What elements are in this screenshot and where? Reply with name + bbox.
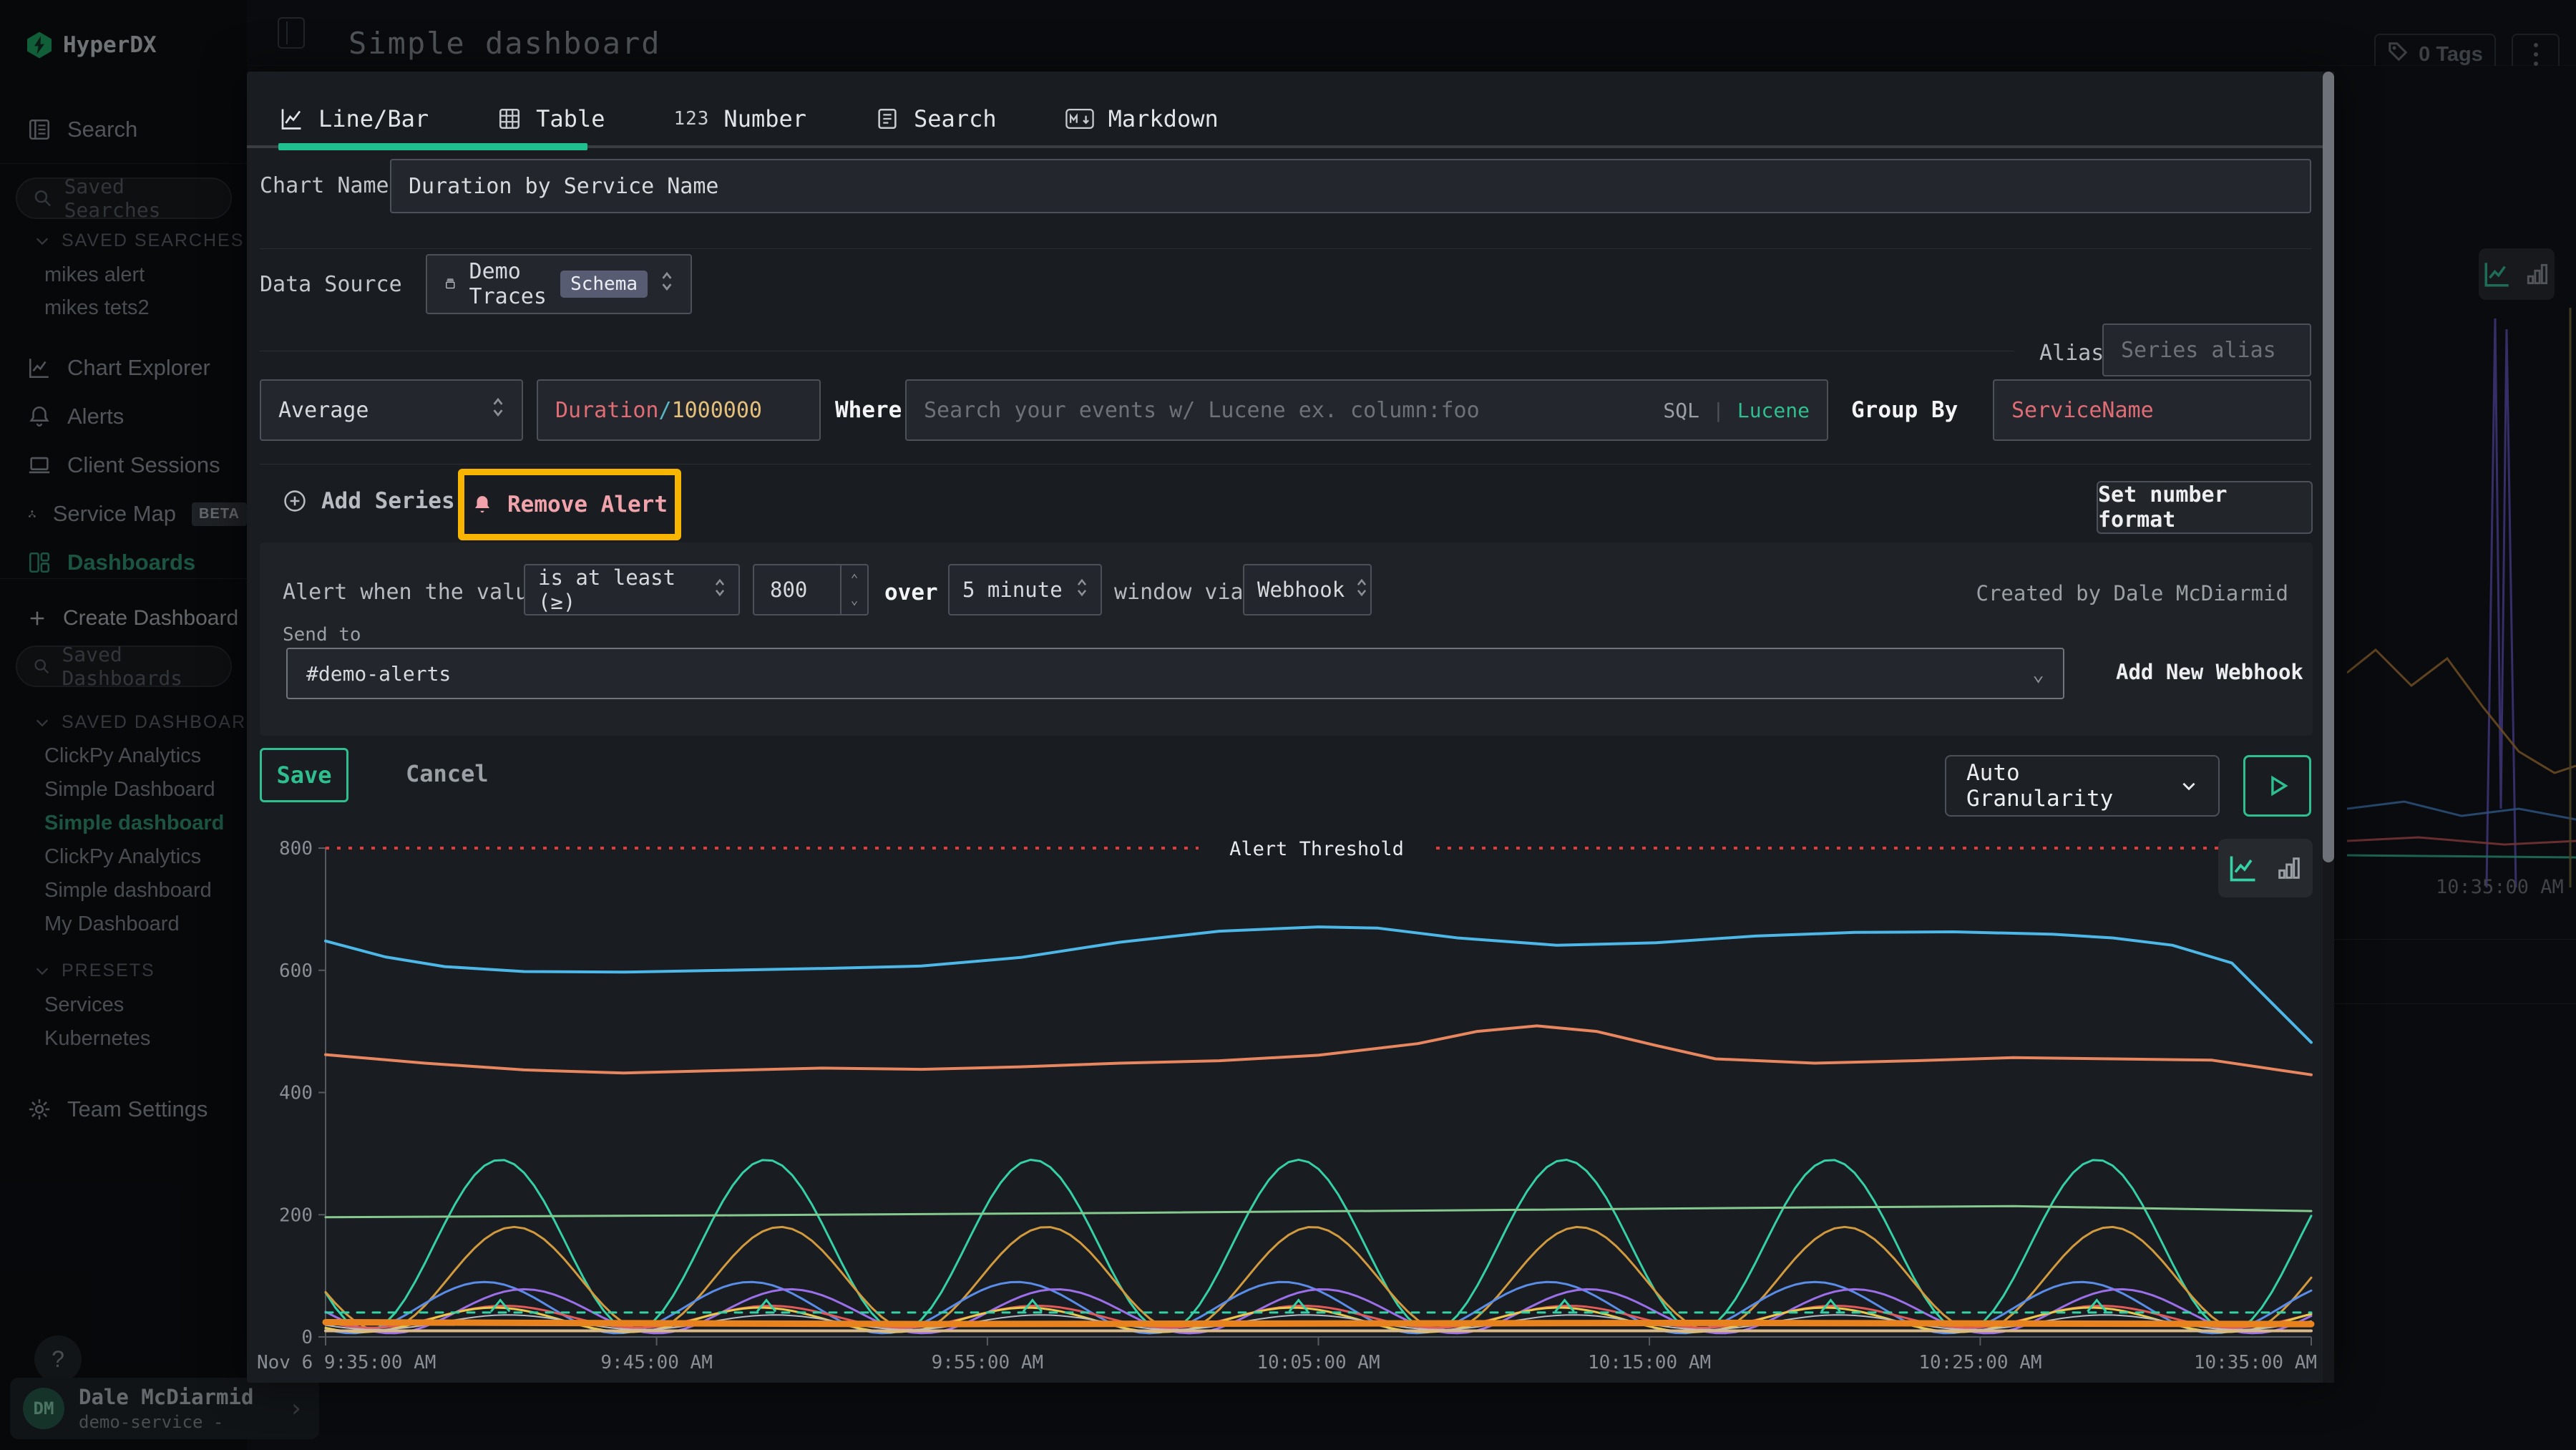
database-icon bbox=[444, 273, 457, 295]
preview-chart[interactable]: 0 200 400 600 800 Nov 6 9:35:00 AM 9:45:00 AM 9… bbox=[247, 830, 2323, 1383]
svg-text:600: 600 bbox=[279, 960, 313, 982]
modal-scrollbar-track[interactable] bbox=[2323, 72, 2334, 1383]
run-chart-button[interactable] bbox=[2243, 755, 2311, 817]
send-to-label: Send to bbox=[283, 624, 361, 646]
svg-text:800: 800 bbox=[279, 838, 313, 860]
tab-markdown[interactable]: Markdown bbox=[1065, 105, 1219, 132]
markdown-icon bbox=[1065, 107, 1094, 130]
alert-window-select[interactable]: 5 minute bbox=[948, 564, 1102, 615]
window-via-label: window via bbox=[1114, 580, 1244, 605]
svg-text:9:45:00 AM: 9:45:00 AM bbox=[600, 1352, 713, 1373]
alias-label: Alias bbox=[2039, 341, 2104, 366]
over-label: over bbox=[884, 580, 938, 605]
number-123-icon: 123 bbox=[673, 108, 709, 130]
alert-channel-select[interactable]: Webhook bbox=[1243, 564, 1372, 615]
line-chart-icon bbox=[2228, 852, 2259, 884]
save-button[interactable]: Save bbox=[260, 748, 348, 802]
group-by-label: Group By bbox=[1851, 397, 1958, 423]
select-chevrons-icon bbox=[1076, 578, 1088, 603]
alert-condition-select[interactable]: is at least (≥) bbox=[524, 564, 740, 615]
granularity-select[interactable]: Auto Granularity bbox=[1945, 755, 2220, 817]
chart-type-tabs: Line/Bar Table 123 Number Search Markdow… bbox=[278, 93, 1219, 145]
svg-text:10:35:00 AM: 10:35:00 AM bbox=[2194, 1352, 2317, 1373]
remove-alert-button[interactable]: Remove Alert bbox=[472, 492, 668, 517]
alias-input[interactable]: Series alias bbox=[2102, 323, 2311, 376]
svg-text:10:05:00 AM: 10:05:00 AM bbox=[1257, 1352, 1380, 1373]
data-source-select[interactable]: Demo Traces Schema bbox=[426, 254, 692, 314]
search-list-icon bbox=[875, 107, 899, 131]
add-series-button[interactable]: Add Series bbox=[283, 488, 455, 514]
line-chart-icon bbox=[278, 106, 304, 132]
remove-alert-highlight-annotation: Remove Alert bbox=[458, 469, 681, 540]
query-language-toggle[interactable]: SQL | Lucene bbox=[1663, 399, 1810, 422]
svg-text:0: 0 bbox=[301, 1327, 313, 1348]
tab-search[interactable]: Search bbox=[875, 105, 997, 132]
chart-name-input[interactable]: Duration by Service Name bbox=[390, 159, 2311, 213]
bell-icon bbox=[472, 493, 493, 516]
select-chevrons-icon bbox=[1356, 578, 1367, 603]
plus-circle-icon bbox=[283, 489, 307, 513]
svg-text:Alert Threshold: Alert Threshold bbox=[1229, 838, 1404, 860]
chart-name-label: Chart Name bbox=[260, 173, 389, 198]
aggregation-select[interactable]: Average bbox=[260, 379, 523, 441]
select-chevrons-icon bbox=[492, 396, 504, 424]
bar-chart-icon bbox=[2275, 854, 2303, 882]
group-by-input[interactable]: ServiceName bbox=[1993, 379, 2311, 441]
divider bbox=[260, 248, 2311, 249]
where-label: Where bbox=[835, 397, 902, 423]
chart-display-toggle[interactable] bbox=[2218, 839, 2313, 897]
table-icon bbox=[497, 107, 522, 131]
svg-text:200: 200 bbox=[279, 1205, 313, 1226]
line-chart: 0 200 400 600 800 Nov 6 9:35:00 AM 9:45:00 AM 9… bbox=[247, 830, 2323, 1383]
add-new-webhook-link[interactable]: Add New Webhook bbox=[2116, 660, 2303, 684]
svg-text:Nov 6 9:35:00 AM: Nov 6 9:35:00 AM bbox=[257, 1352, 436, 1373]
select-chevrons-icon bbox=[714, 578, 726, 603]
number-stepper[interactable]: ⌃⌄ bbox=[840, 565, 867, 614]
cancel-button[interactable]: Cancel bbox=[406, 760, 489, 787]
tab-table[interactable]: Table bbox=[497, 105, 605, 132]
chevron-down-icon: ⌄ bbox=[2032, 662, 2044, 686]
edit-chart-modal: Line/Bar Table 123 Number Search Markdow… bbox=[247, 72, 2334, 1383]
tab-number[interactable]: 123 Number bbox=[673, 105, 806, 132]
tab-line-bar[interactable]: Line/Bar bbox=[278, 105, 429, 132]
svg-text:9:55:00 AM: 9:55:00 AM bbox=[932, 1352, 1044, 1373]
field-expression-input[interactable]: Duration/1000000 bbox=[537, 379, 821, 441]
alert-prefix-label: Alert when the value bbox=[283, 580, 541, 605]
app-root: Simple dashboard 0 Tags bbox=[0, 0, 2576, 1450]
select-chevrons-icon bbox=[660, 271, 673, 298]
play-icon bbox=[2265, 774, 2290, 798]
svg-text:400: 400 bbox=[279, 1083, 313, 1104]
svg-text:10:25:00 AM: 10:25:00 AM bbox=[1918, 1352, 2041, 1373]
modal-scrollbar-thumb[interactable] bbox=[2323, 72, 2334, 862]
chevron-down-icon bbox=[2180, 777, 2198, 795]
data-source-label: Data Source bbox=[260, 272, 402, 297]
send-to-select[interactable]: #demo-alerts ⌄ bbox=[286, 648, 2064, 699]
created-by-label: Created by Dale McDiarmid bbox=[1976, 581, 2289, 605]
alert-threshold-input[interactable]: 800 ⌃⌄ bbox=[753, 564, 869, 615]
svg-text:10:15:00 AM: 10:15:00 AM bbox=[1588, 1352, 1711, 1373]
schema-badge: Schema bbox=[560, 271, 648, 298]
set-number-format-button[interactable]: Set number format bbox=[2097, 481, 2313, 534]
search-events-input[interactable]: Search your events w/ Lucene ex. column:… bbox=[905, 379, 1828, 441]
active-tab-indicator bbox=[278, 143, 587, 150]
